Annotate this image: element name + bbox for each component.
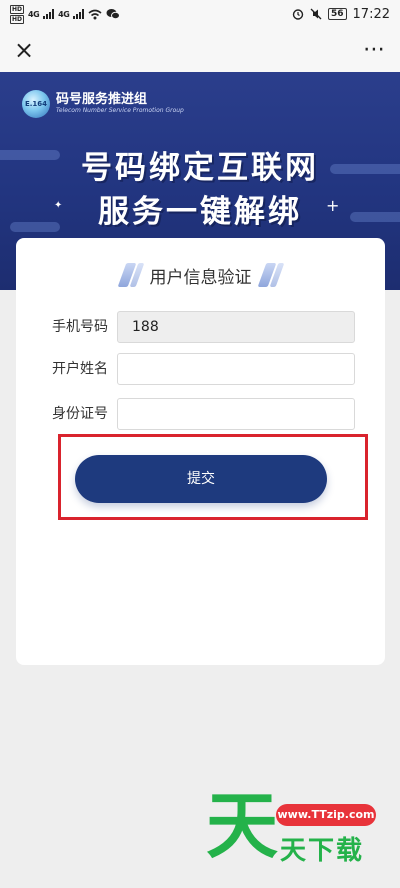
watermark-text: 天下载 <box>280 836 365 866</box>
phone-input[interactable]: 188 <box>117 311 355 343</box>
org-subtitle: Telecom Number Service Promotion Group <box>56 107 184 114</box>
form-row-name: 开户姓名 <box>16 353 385 385</box>
status-bar: HD HD 4G 4G 56 17:22 <box>0 0 400 28</box>
sim-indicator: HD HD <box>10 4 25 24</box>
clock: 17:22 <box>352 6 390 22</box>
network-type-2: 4G <box>58 9 70 19</box>
wechat-icon <box>106 9 121 20</box>
signal-icon <box>43 9 55 19</box>
signal-icon-2 <box>73 9 85 19</box>
id-number-input[interactable] <box>117 398 355 430</box>
name-input[interactable] <box>117 353 355 385</box>
more-options-icon[interactable]: ⋯ <box>363 39 386 61</box>
org-name: 码号服务推进组 <box>56 92 148 107</box>
sparkle-icon: ✦ <box>54 200 63 211</box>
sim1-badge: HD <box>10 4 25 14</box>
e164-logo-icon: E.164 <box>22 90 50 118</box>
battery-indicator: 56 <box>328 8 347 20</box>
alarm-icon <box>292 9 304 20</box>
wifi-icon <box>88 9 102 19</box>
org-logo: E.164 码号服务推进组 Telecom Number Service Pro… <box>22 90 184 118</box>
card-title: 用户信息验证 <box>149 267 252 288</box>
phone-label: 手机号码 <box>52 319 108 335</box>
id-number-label: 身份证号 <box>52 406 108 422</box>
plus-sparkle-icon: + <box>326 196 340 215</box>
form-row-phone: 手机号码 188 <box>16 311 385 343</box>
name-label: 开户姓名 <box>52 361 108 377</box>
watermark-url: www.TTzip.com <box>276 804 376 826</box>
form-row-id: 身份证号 <box>16 398 385 430</box>
close-icon[interactable]: × <box>14 38 34 62</box>
submit-button[interactable]: 提交 <box>75 455 327 503</box>
title-bar: × ⋯ <box>0 28 400 72</box>
card-header: 用户信息验证 <box>16 260 385 290</box>
mute-icon <box>310 8 322 20</box>
headline-line-1: 号码绑定互联网 <box>81 150 319 186</box>
network-type-1: 4G <box>28 9 40 19</box>
sim2-badge: HD <box>10 14 25 24</box>
watermark-logo: 天 <box>206 784 279 868</box>
